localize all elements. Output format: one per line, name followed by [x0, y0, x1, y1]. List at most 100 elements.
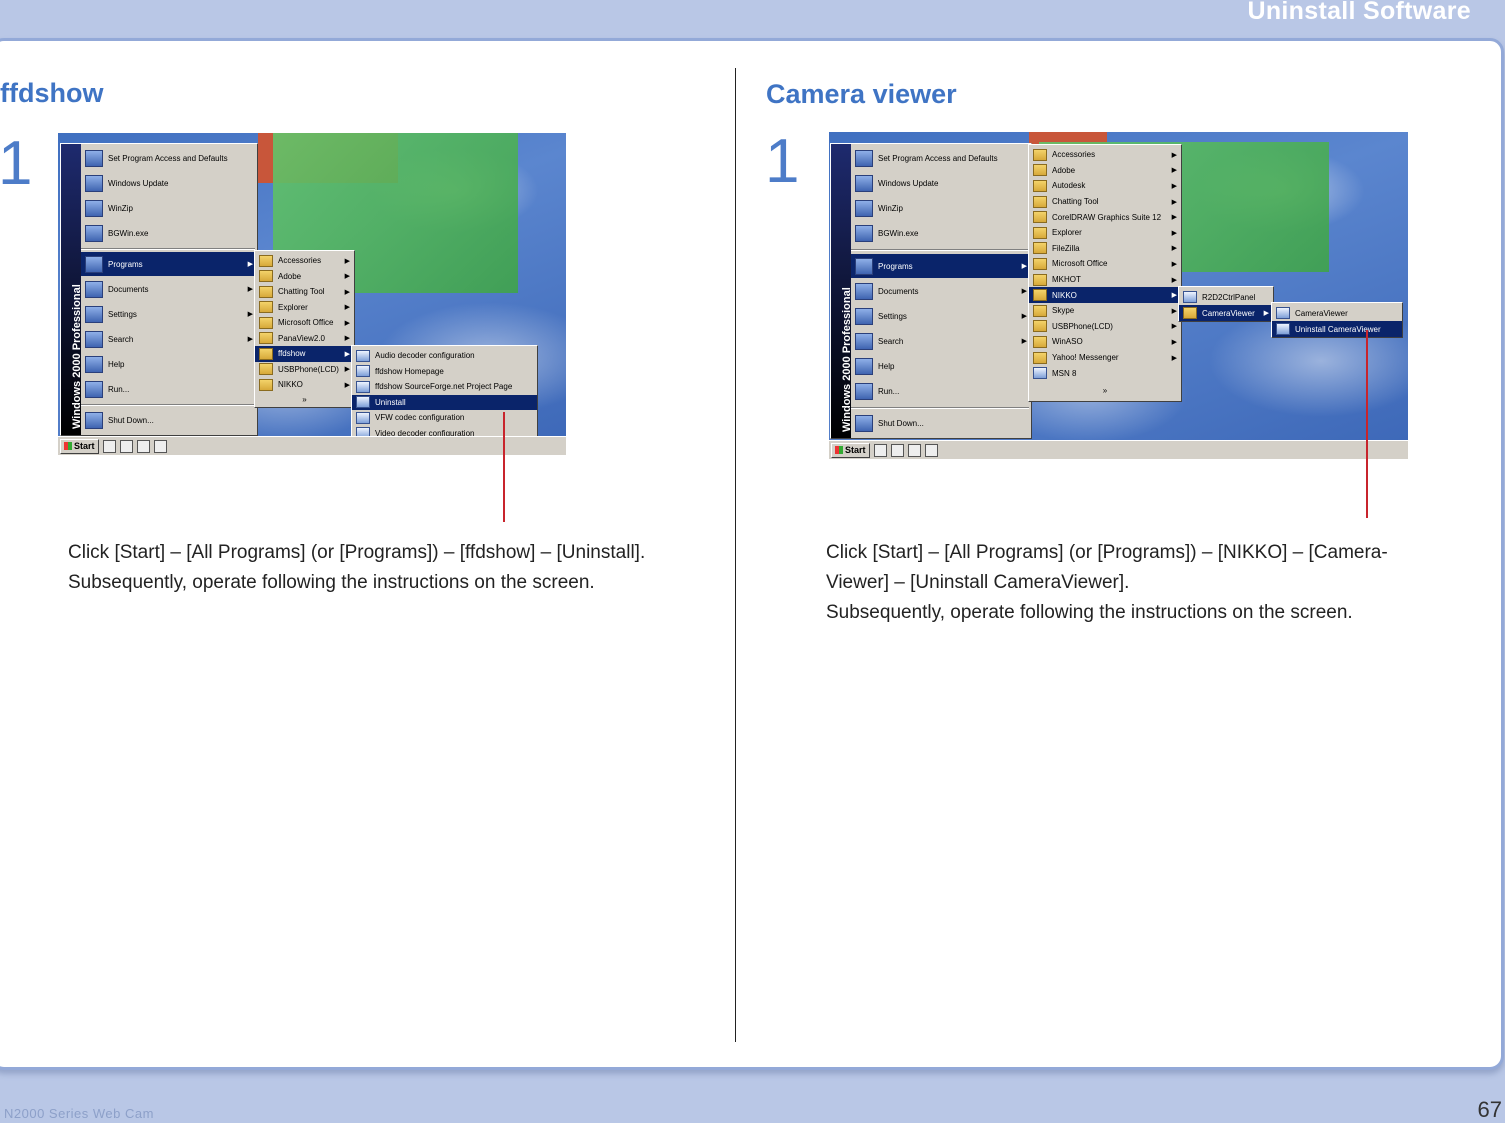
menu-item[interactable]: CorelDRAW Graphics Suite 12 ▶	[1029, 209, 1181, 225]
menu-item[interactable]: ffdshow SourceForge.net Project Page	[352, 379, 537, 395]
footer-product-name: N2000 Series Web Cam	[4, 1106, 154, 1121]
menu-item-uninstall-cameraviewer[interactable]: Uninstall CameraViewer	[1272, 321, 1402, 337]
folder-icon	[259, 285, 273, 298]
menu-item[interactable]: PanaView2.0 ▶	[255, 331, 354, 347]
menu-item[interactable]: Set Program Access and Defaults	[81, 146, 257, 171]
menu-item-cameraviewer[interactable]: CameraViewer ▶	[1179, 305, 1273, 321]
quicklaunch-icon[interactable]	[890, 443, 904, 457]
menu-item-nikko[interactable]: NIKKO ▶	[1029, 287, 1181, 303]
menu-item[interactable]: BGWin.exe	[81, 221, 257, 246]
menu-item[interactable]: USBPhone(LCD) ▶	[255, 362, 354, 378]
start-button[interactable]: Start	[831, 442, 870, 458]
help-icon	[85, 355, 103, 373]
menu-item[interactable]: Settings ▶	[81, 302, 257, 326]
menu-expand-chevron[interactable]: »	[255, 392, 354, 406]
instruction-line: Subsequently, operate following the inst…	[826, 602, 1353, 623]
screenshot-ffdshow-start-menu: Windows 2000 Professional Set Program Ac…	[58, 133, 566, 455]
menu-item[interactable]: Help	[851, 354, 1031, 378]
quicklaunch-icon[interactable]	[873, 443, 887, 457]
menu-expand-chevron[interactable]: »	[1029, 383, 1181, 397]
folder-icon	[259, 347, 273, 360]
menu-item[interactable]: Yahoo! Messenger ▶	[1029, 350, 1181, 366]
quicklaunch-icon[interactable]	[119, 439, 133, 453]
menu-item[interactable]: NIKKO ▶	[255, 377, 354, 393]
menu-item[interactable]: Documents ▶	[851, 279, 1031, 303]
menu-item[interactable]: Explorer ▶	[1029, 225, 1181, 241]
start-menu: Windows 2000 Professional Set Program Ac…	[830, 143, 1032, 439]
start-button[interactable]: Start	[60, 438, 99, 454]
menu-item[interactable]: Microsoft Office ▶	[1029, 256, 1181, 272]
folder-icon	[1033, 226, 1047, 239]
menu-item[interactable]: Run...	[851, 379, 1031, 403]
folder-icon	[1033, 289, 1047, 302]
menu-item[interactable]: Documents ▶	[81, 277, 257, 301]
menu-item[interactable]: MKHOT ▶	[1029, 272, 1181, 288]
menu-item-programs[interactable]: Programs ▶	[81, 252, 257, 276]
quicklaunch-icon[interactable]	[153, 439, 167, 453]
menu-item[interactable]: Skype ▶	[1029, 303, 1181, 319]
page-header-title: Uninstall Software	[1247, 0, 1471, 25]
documents-icon	[855, 282, 873, 300]
program-access-icon	[85, 150, 103, 167]
menu-item[interactable]: Audio decoder configuration	[352, 348, 537, 364]
cameraviewer-submenu: CameraViewer Uninstall CameraViewer	[1271, 302, 1403, 338]
menu-item[interactable]: Accessories ▶	[255, 253, 354, 269]
menu-item[interactable]: Search ▶	[81, 327, 257, 351]
menu-item[interactable]: Set Program Access and Defaults	[851, 146, 1031, 171]
program-access-icon	[855, 150, 873, 167]
run-icon	[85, 380, 103, 398]
winzip-icon	[855, 200, 873, 217]
menu-item[interactable]: CameraViewer	[1272, 305, 1402, 321]
menu-item[interactable]: Chatting Tool ▶	[1029, 194, 1181, 210]
menu-item[interactable]: ffdshow Homepage	[352, 364, 537, 380]
menu-item[interactable]: WinZip	[851, 196, 1031, 221]
instruction-line: Viewer] – [Uninstall CameraViewer].	[826, 572, 1130, 593]
bgwin-icon	[855, 225, 873, 242]
menu-item[interactable]: Autodesk ▶	[1029, 178, 1181, 194]
quicklaunch-icon[interactable]	[924, 443, 938, 457]
menu-item[interactable]: Chatting Tool ▶	[255, 284, 354, 300]
menu-item[interactable]: BGWin.exe	[851, 221, 1031, 246]
menu-item[interactable]: Accessories ▶	[1029, 147, 1181, 163]
menu-item[interactable]: Settings ▶	[851, 304, 1031, 328]
menu-item[interactable]: MSN 8	[1029, 365, 1181, 381]
menu-item[interactable]: Search ▶	[851, 329, 1031, 353]
instruction-line: Click [Start] – [All Programs] (or [Prog…	[68, 542, 646, 563]
folder-icon	[1033, 257, 1047, 270]
menu-item[interactable]: WinASO ▶	[1029, 334, 1181, 350]
menu-item-ffdshow[interactable]: ffdshow ▶	[255, 346, 354, 362]
menu-item[interactable]: Run...	[81, 377, 257, 401]
menu-item[interactable]: Microsoft Office ▶	[255, 315, 354, 331]
menu-item[interactable]: VFW codec configuration	[352, 410, 537, 426]
quicklaunch-icon[interactable]	[136, 439, 150, 453]
start-menu-banner: Windows 2000 Professional	[831, 144, 853, 438]
menu-item[interactable]: R2D2CtrlPanel	[1179, 289, 1273, 305]
quicklaunch-icon[interactable]	[907, 443, 921, 457]
search-icon	[85, 330, 103, 348]
folder-icon	[1183, 307, 1197, 319]
programs-submenu: Accessories ▶ Adobe ▶ Chatting Tool ▶ Explo…	[254, 250, 355, 408]
start-menu-banner: Windows 2000 Professional	[61, 144, 83, 435]
menu-item[interactable]: Shut Down...	[81, 408, 257, 433]
instructions-ffdshow: Click [Start] – [All Programs] (or [Prog…	[68, 538, 645, 598]
menu-item[interactable]: USBPhone(LCD) ▶	[1029, 319, 1181, 335]
folder-icon	[1033, 164, 1047, 177]
menu-item[interactable]: WinZip	[81, 196, 257, 221]
menu-item-programs[interactable]: Programs ▶	[851, 254, 1031, 278]
quicklaunch-icon[interactable]	[102, 439, 116, 453]
menu-item[interactable]: Windows Update	[81, 171, 257, 196]
menu-item[interactable]: Adobe ▶	[255, 269, 354, 285]
folder-icon	[1033, 242, 1047, 255]
folder-icon	[1033, 335, 1047, 348]
menu-item[interactable]: Adobe ▶	[1029, 163, 1181, 179]
menu-item-uninstall[interactable]: Uninstall	[352, 394, 537, 410]
menu-item[interactable]: Help	[81, 352, 257, 376]
column-divider	[735, 68, 736, 1042]
ffdshow-icon	[356, 396, 370, 409]
menu-item[interactable]: FileZilla ▶	[1029, 241, 1181, 257]
folder-icon	[1033, 304, 1047, 317]
menu-item[interactable]: Explorer ▶	[255, 300, 354, 316]
callout-line	[503, 412, 505, 522]
menu-item[interactable]: Shut Down...	[851, 411, 1031, 436]
menu-item[interactable]: Windows Update	[851, 171, 1031, 196]
